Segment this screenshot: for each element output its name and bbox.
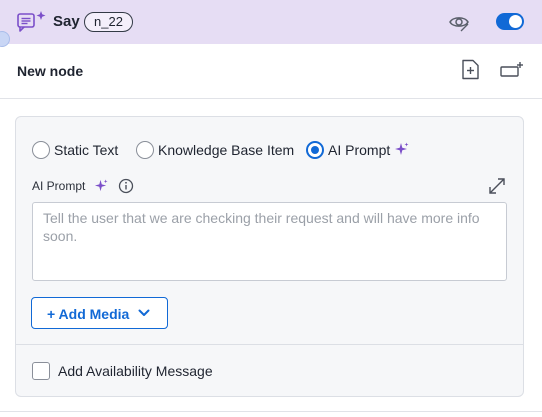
add-document-icon[interactable] <box>461 59 480 80</box>
node-title: New node <box>17 63 84 79</box>
add-media-label: + Add Media <box>47 306 130 322</box>
chevron-down-icon <box>138 309 150 316</box>
availability-checkbox[interactable] <box>32 362 50 380</box>
node-id-badge: n_22 <box>84 12 133 32</box>
bottom-divider <box>0 411 542 412</box>
connector-handle[interactable] <box>0 31 10 47</box>
availability-label[interactable]: Add Availability Message <box>58 363 213 379</box>
toggle-knob <box>509 15 522 28</box>
chat-sparkle-icon <box>17 11 46 32</box>
radio-label-static-text[interactable]: Static Text <box>54 142 118 158</box>
expand-icon[interactable] <box>488 177 506 195</box>
node-enabled-toggle[interactable] <box>496 13 524 30</box>
add-media-button[interactable]: + Add Media <box>31 297 168 329</box>
radio-label-ai-prompt[interactable]: AI Prompt <box>328 142 390 158</box>
eye-icon[interactable] <box>448 12 470 32</box>
radio-static-text[interactable] <box>32 141 50 159</box>
sparkle-icon <box>395 142 409 155</box>
radio-label-knowledge-base-item[interactable]: Knowledge Base Item <box>158 142 294 158</box>
header-divider <box>0 98 542 99</box>
info-icon[interactable] <box>118 178 134 194</box>
node-header: Say n_22 <box>0 0 542 44</box>
ai-prompt-input[interactable] <box>32 202 507 281</box>
sparkle-icon <box>94 179 108 192</box>
node-type-title: Say <box>53 13 80 30</box>
radio-knowledge-base-item[interactable] <box>136 141 154 159</box>
add-field-icon[interactable] <box>500 61 524 78</box>
card-divider <box>16 344 523 345</box>
prompt-field-label: AI Prompt <box>32 179 86 193</box>
radio-ai-prompt[interactable] <box>306 141 324 159</box>
